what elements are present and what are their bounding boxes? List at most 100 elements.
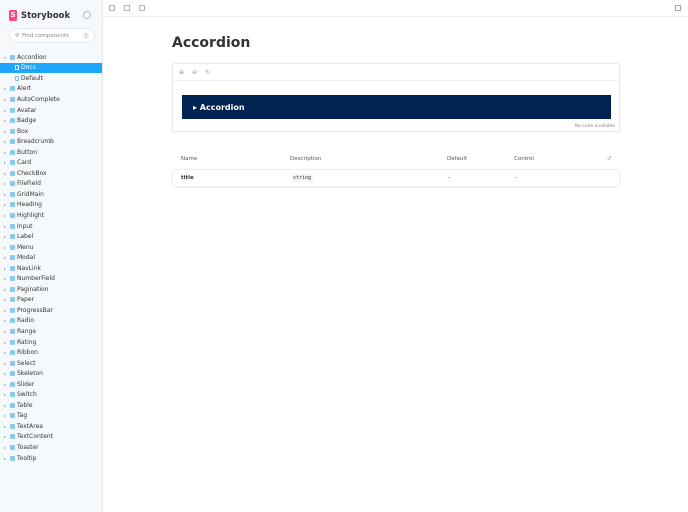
tree-item-box[interactable]: ▸ Box	[0, 126, 102, 137]
tree-item-progressbar[interactable]: ▸ ProgressBar	[0, 305, 102, 316]
header-name: Name	[181, 156, 198, 162]
tree-item-paper[interactable]: ▸ Paper	[0, 295, 102, 306]
tree-item-autocomplete[interactable]: ▸ AutoComplete	[0, 94, 102, 105]
tree-item-checkbox[interactable]: ▸ CheckBox	[0, 168, 102, 179]
tree-item-toaster[interactable]: ▸ Toaster	[0, 442, 102, 453]
chevron-right-icon: ▸	[4, 350, 7, 356]
component-icon	[10, 234, 15, 240]
component-icon	[10, 350, 15, 356]
tree-item-card[interactable]: ▸ Card	[0, 157, 102, 168]
chevron-right-icon: ▸	[4, 318, 7, 324]
outline-icon[interactable]	[139, 5, 145, 11]
prop-type: string	[291, 174, 314, 182]
component-icon	[10, 434, 15, 440]
component-tree: ▾ Accordion Docs Default ▸ Alert ▸ AutoCompl…	[0, 52, 102, 463]
zoom-in-icon[interactable]: ⊕	[179, 69, 184, 76]
header-description: Description	[290, 156, 322, 162]
accordion-preview[interactable]: ▸ Accordion	[182, 95, 611, 119]
brand[interactable]: S Storybook	[9, 10, 70, 21]
tree-item-filefield[interactable]: ▸ FileField	[0, 179, 102, 190]
reset-zoom-icon[interactable]: ↻	[205, 69, 210, 76]
zoom-icon[interactable]	[109, 5, 115, 11]
tree-item-table[interactable]: ▸ Table	[0, 400, 102, 411]
tree-item-modal[interactable]: ▸ Modal	[0, 252, 102, 263]
search-input[interactable]: ⚲ Find components /	[10, 29, 94, 42]
tree-item-heading[interactable]: ▸ Heading	[0, 200, 102, 211]
tree-item-pagination[interactable]: ▸ Pagination	[0, 284, 102, 295]
tree-item-slider[interactable]: ▸ Slider	[0, 379, 102, 390]
zoom-out-icon[interactable]: ⊖	[192, 69, 197, 76]
tree-item-ribbon[interactable]: ▸ Ribbon	[0, 347, 102, 358]
tree-item-label: Modal	[17, 254, 35, 262]
chevron-right-icon: ▸	[4, 381, 7, 387]
tree-item-radio[interactable]: ▸ Radio	[0, 316, 102, 327]
tree-item-accordion[interactable]: ▾ Accordion	[0, 52, 102, 63]
component-icon	[10, 223, 15, 229]
tree-item-textarea[interactable]: ▸ TextArea	[0, 421, 102, 432]
chevron-right-icon: ▸	[4, 107, 7, 113]
component-icon	[10, 445, 15, 450]
reset-controls-icon[interactable]: ↺	[607, 156, 612, 162]
tree-item-label: Pagination	[17, 285, 49, 293]
tree-item-label: Tag	[17, 412, 28, 420]
tree-item-alert[interactable]: ▸ Alert	[0, 84, 102, 95]
tree-item-navlink[interactable]: ▸ NavLink	[0, 263, 102, 274]
tree-item-button[interactable]: ▸ Button	[0, 147, 102, 158]
tree-item-label: NumberField	[17, 275, 55, 283]
component-icon	[10, 255, 15, 261]
tree-item-docs[interactable]: Docs	[0, 62, 102, 74]
tree-item-default[interactable]: Default	[0, 73, 102, 84]
chevron-right-icon: ▸	[4, 423, 7, 429]
shortcut-badge: /	[83, 32, 89, 39]
tree-item-gridmain[interactable]: ▸ GridMain	[0, 189, 102, 200]
tree-item-textcontent[interactable]: ▸ TextContent	[0, 432, 102, 443]
tree-item-skeleton[interactable]: ▸ Skeleton	[0, 368, 102, 379]
tree-item-label: Avatar	[17, 106, 37, 114]
chevron-right-icon: ▸	[4, 360, 7, 366]
tree-item-tag[interactable]: ▸ Tag	[0, 411, 102, 422]
component-icon	[10, 212, 15, 218]
component-icon	[10, 191, 15, 197]
component-icon	[10, 328, 15, 334]
tree-item-menu[interactable]: ▸ Menu	[0, 242, 102, 253]
fullscreen-icon[interactable]	[675, 5, 681, 11]
component-icon	[10, 360, 15, 366]
component-icon	[10, 54, 15, 60]
tree-item-select[interactable]: ▸ Select	[0, 358, 102, 369]
chevron-right-icon: ▸	[4, 307, 7, 313]
table-row: title string - -	[172, 169, 620, 187]
tree-item-range[interactable]: ▸ Range	[0, 326, 102, 337]
component-icon	[10, 118, 15, 124]
tree-item-label: Menu	[17, 243, 34, 251]
tree-item-breadcrumb[interactable]: ▸ Breadcrumb	[0, 136, 102, 147]
tree-item-label: Tooltip	[17, 454, 37, 462]
tree-item-badge[interactable]: ▸ Badge	[0, 115, 102, 126]
component-icon	[10, 139, 15, 145]
chevron-right-icon: ▸	[4, 339, 7, 345]
tree-item-switch[interactable]: ▸ Switch	[0, 390, 102, 401]
chevron-right-icon: ▸	[4, 234, 7, 240]
gear-icon[interactable]	[83, 11, 91, 19]
tree-item-rating[interactable]: ▸ Rating	[0, 337, 102, 348]
tree-item-input[interactable]: ▸ Input	[0, 221, 102, 232]
tree-item-label: Paper	[17, 296, 34, 304]
grid-icon[interactable]	[124, 5, 130, 11]
story-icon	[15, 75, 19, 81]
tree-item-label: FileField	[17, 180, 41, 188]
tree-item-label[interactable]: ▸ Label	[0, 231, 102, 242]
component-icon	[10, 160, 15, 166]
tree-item-tooltip[interactable]: ▸ Tooltip	[0, 453, 102, 464]
tree-item-label: Box	[17, 127, 29, 135]
chevron-right-icon: ▸	[4, 202, 7, 208]
tree-item-label: Radio	[17, 317, 34, 325]
tree-item-highlight[interactable]: ▸ Highlight	[0, 210, 102, 221]
component-icon	[10, 149, 15, 155]
tree-item-numberfield[interactable]: ▸ NumberField	[0, 273, 102, 284]
chevron-right-icon: ▸	[4, 434, 7, 440]
tree-item-label: Badge	[17, 117, 37, 125]
chevron-right-icon: ▸	[4, 297, 7, 303]
brand-name: Storybook	[21, 10, 71, 21]
tree-item-label: Heading	[17, 201, 42, 209]
tree-item-avatar[interactable]: ▸ Avatar	[0, 105, 102, 116]
chevron-right-icon: ▸	[4, 265, 7, 271]
